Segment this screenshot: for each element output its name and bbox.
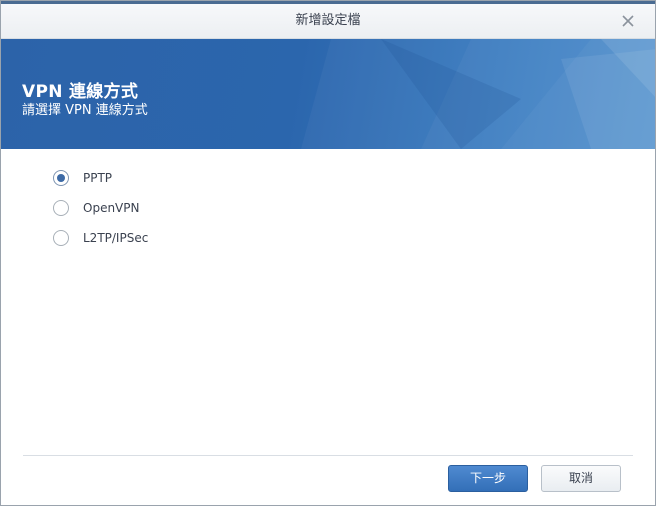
- footer-divider: [23, 455, 633, 456]
- option-pptp[interactable]: PPTP: [53, 167, 253, 197]
- wizard-header: VPN 連線方式 請選擇 VPN 連線方式: [1, 39, 655, 149]
- dialog-title: 新增設定檔: [295, 13, 361, 28]
- close-button[interactable]: [619, 12, 637, 30]
- radio-openvpn[interactable]: [53, 200, 69, 216]
- header-subtitle: 請選擇 VPN 連線方式: [22, 103, 148, 118]
- vpn-profile-dialog: 新增設定檔 VPN 連線方式 請選擇 VPN 連線方式 PPTP OpenVPN: [0, 0, 656, 506]
- next-button[interactable]: 下一步: [448, 465, 528, 492]
- cancel-button[interactable]: 取消: [541, 465, 621, 492]
- option-label-l2tp-ipsec: L2TP/IPSec: [83, 231, 149, 245]
- option-label-pptp: PPTP: [83, 171, 113, 185]
- close-icon: [622, 15, 634, 27]
- option-label-openvpn: OpenVPN: [83, 201, 140, 215]
- radio-pptp[interactable]: [53, 170, 69, 186]
- connection-method-options: PPTP OpenVPN L2TP/IPSec: [53, 167, 253, 257]
- radio-l2tp-ipsec[interactable]: [53, 230, 69, 246]
- option-l2tp-ipsec[interactable]: L2TP/IPSec: [53, 227, 253, 257]
- option-openvpn[interactable]: OpenVPN: [53, 197, 253, 227]
- dialog-titlebar[interactable]: 新增設定檔: [1, 4, 655, 39]
